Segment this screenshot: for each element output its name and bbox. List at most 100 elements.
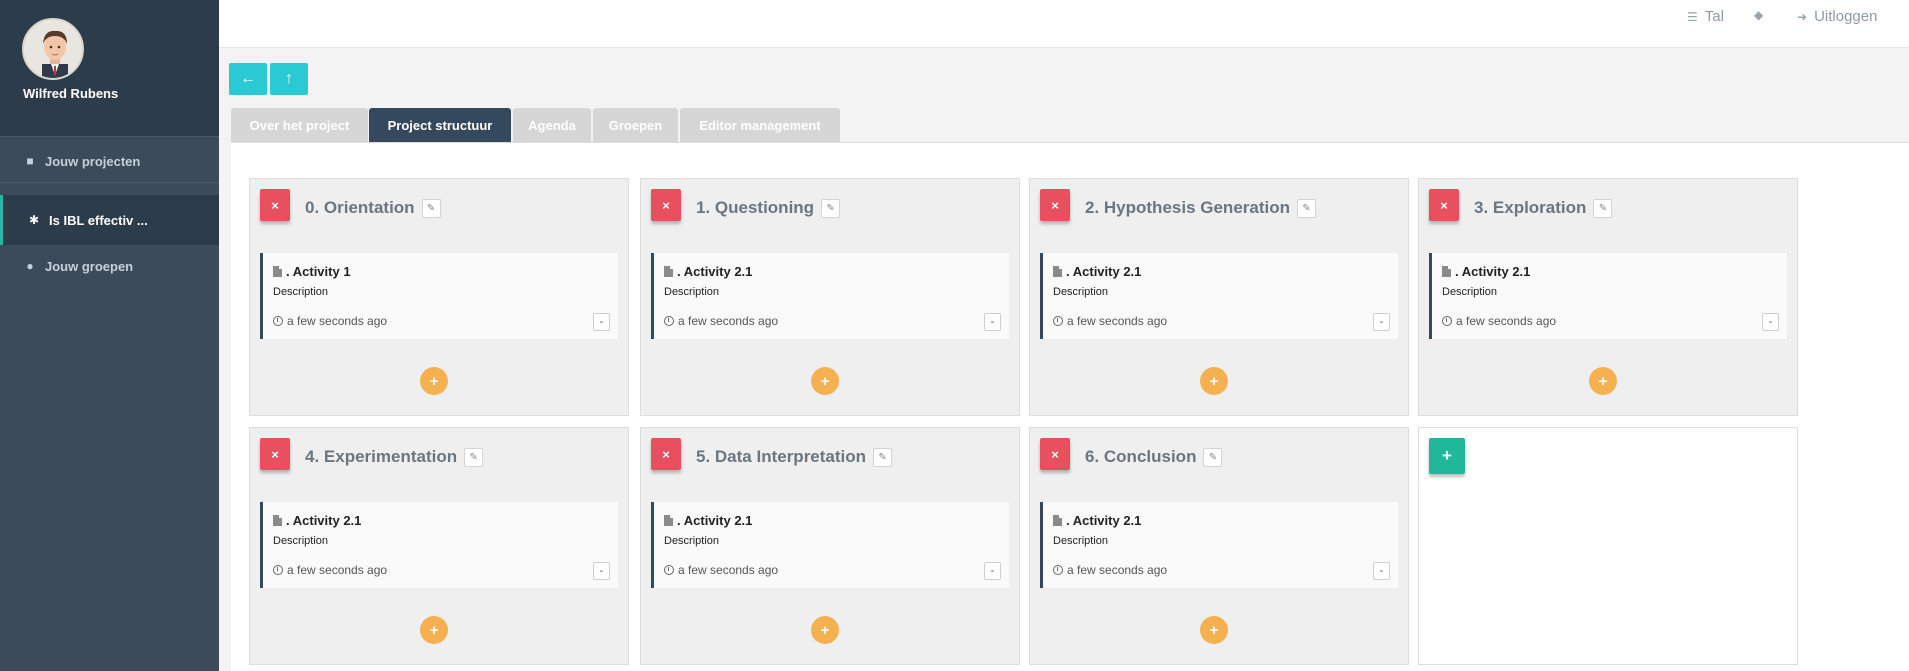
sidebar-item-projects[interactable]: ■ Jouw projecten	[0, 136, 219, 186]
phase-column: × 5. Data Interpretation ✎ . Activity 2.1…	[640, 427, 1020, 665]
plus-icon: +	[820, 372, 830, 390]
add-activity-button[interactable]: +	[1200, 616, 1228, 644]
activity-description: Description	[1053, 286, 1109, 298]
sidebar-item-current-project[interactable]: ✱ Is IBL effectiv ...	[0, 195, 219, 245]
tab-agenda[interactable]: Agenda	[513, 108, 591, 142]
add-activity-button[interactable]: +	[420, 616, 448, 644]
add-activity-button[interactable]: +	[1589, 367, 1617, 395]
timestamp-text: a few seconds ago	[678, 563, 779, 577]
add-activity-button[interactable]: +	[811, 367, 839, 395]
file-icon	[1442, 266, 1451, 277]
close-icon: ×	[1051, 197, 1059, 213]
phase-title: 6. Conclusion ✎	[1085, 447, 1223, 467]
edit-icon[interactable]: ✎	[1297, 198, 1316, 218]
delete-phase-button[interactable]: ×	[1040, 189, 1070, 221]
sidebar-item-groups[interactable]: ● Jouw groepen	[0, 241, 219, 291]
activity-card[interactable]: . Activity 2.1 Description a few seconds…	[651, 502, 1009, 588]
plus-icon: +	[1598, 372, 1608, 390]
activity-title-text: . Activity 1	[286, 264, 351, 279]
file-icon	[1053, 266, 1062, 277]
clock-icon	[664, 565, 674, 575]
delete-phase-button[interactable]: ×	[651, 189, 681, 221]
edit-icon[interactable]: ✎	[821, 198, 841, 218]
timestamp-text: a few seconds ago	[1067, 563, 1168, 577]
clock-icon	[273, 316, 283, 326]
add-activity-button[interactable]: +	[1200, 367, 1228, 395]
remove-activity-button[interactable]: -	[1373, 313, 1390, 331]
file-icon	[664, 515, 673, 526]
plus-icon: +	[429, 372, 439, 390]
remove-activity-button[interactable]: -	[593, 313, 610, 331]
timestamp-text: a few seconds ago	[1456, 314, 1557, 328]
sign-out-icon: ➜	[1797, 9, 1808, 24]
activity-title: . Activity 2.1	[664, 264, 752, 279]
file-icon	[273, 515, 282, 526]
phase-column: × 1. Questioning ✎ . Activity 2.1 Descrip…	[640, 178, 1020, 416]
sidebar: Wilfred Rubens ■ Jouw projecten ✱ Is IBL…	[0, 0, 219, 671]
activity-timestamp: a few seconds ago	[1053, 314, 1167, 328]
edit-icon[interactable]: ✎	[873, 447, 893, 467]
phase-title-text: 3. Exploration	[1474, 198, 1587, 217]
edit-icon[interactable]: ✎	[1203, 447, 1223, 467]
activity-card[interactable]: . Activity 2.1 Description a few seconds…	[1040, 253, 1398, 339]
notifications-button[interactable]: ◆	[1754, 8, 1770, 22]
file-icon	[1053, 515, 1062, 526]
phase-title-text: 0. Orientation	[305, 198, 415, 217]
phase-column: × 6. Conclusion ✎ . Activity 2.1 Descript…	[1029, 427, 1409, 665]
activity-card[interactable]: . Activity 2.1 Description a few seconds…	[1429, 253, 1787, 339]
tab-over-het-project[interactable]: Over het project	[231, 108, 368, 142]
asterisk-icon: ✱	[28, 213, 40, 227]
up-button[interactable]: ↑	[270, 63, 308, 95]
tab-project-structuur[interactable]: Project structuur	[369, 108, 511, 142]
delete-phase-button[interactable]: ×	[260, 438, 290, 470]
edit-icon[interactable]: ✎	[1593, 198, 1613, 218]
profile-header: Wilfred Rubens	[0, 0, 219, 136]
activity-title-text: . Activity 2.1	[677, 264, 753, 279]
sidebar-item-label: Jouw groepen	[45, 258, 134, 274]
add-phase-button[interactable]: +	[1429, 438, 1465, 474]
remove-activity-button[interactable]: -	[984, 313, 1001, 331]
language-label: Tal	[1704, 8, 1724, 25]
phase-title: 2. Hypothesis Generation ✎	[1085, 198, 1316, 218]
phase-title: 5. Data Interpretation ✎	[696, 447, 893, 467]
phase-title: 4. Experimentation ✎	[305, 447, 484, 467]
activity-timestamp: a few seconds ago	[273, 314, 387, 328]
tab-editor-management[interactable]: Editor management	[680, 108, 840, 142]
activity-card[interactable]: . Activity 2.1 Description a few seconds…	[651, 253, 1009, 339]
divider	[0, 182, 219, 183]
activity-title: . Activity 2.1	[1442, 264, 1530, 279]
remove-activity-button[interactable]: -	[1373, 562, 1390, 580]
remove-activity-button[interactable]: -	[984, 562, 1001, 580]
back-button[interactable]: ←	[229, 63, 267, 95]
close-icon: ×	[271, 446, 279, 462]
logout-link[interactable]: ➜ Uitloggen	[1797, 8, 1877, 25]
language-link[interactable]: ☰ Tal	[1687, 8, 1724, 25]
phase-column: × 3. Exploration ✎ . Activity 2.1 Descrip…	[1418, 178, 1798, 416]
phase-column: × 2. Hypothesis Generation ✎ . Activity 2…	[1029, 178, 1409, 416]
delete-phase-button[interactable]: ×	[1429, 189, 1459, 221]
add-activity-button[interactable]: +	[811, 616, 839, 644]
close-icon: ×	[1440, 197, 1448, 213]
activity-card[interactable]: . Activity 1 Description a few seconds a…	[260, 253, 618, 339]
remove-activity-button[interactable]: -	[1762, 313, 1779, 331]
activity-timestamp: a few seconds ago	[273, 563, 387, 577]
user-name: Wilfred Rubens	[23, 86, 119, 101]
activity-timestamp: a few seconds ago	[664, 314, 778, 328]
phase-title: 1. Questioning ✎	[696, 198, 841, 218]
edit-icon[interactable]: ✎	[421, 198, 441, 218]
tab-groepen[interactable]: Groepen	[593, 108, 678, 142]
clock-icon	[1442, 316, 1452, 326]
activity-timestamp: a few seconds ago	[1053, 563, 1167, 577]
avatar[interactable]	[22, 18, 84, 80]
arrow-up-icon: ↑	[285, 70, 293, 87]
delete-phase-button[interactable]: ×	[260, 189, 290, 221]
add-activity-button[interactable]: +	[420, 367, 448, 395]
delete-phase-button[interactable]: ×	[651, 438, 681, 470]
delete-phase-button[interactable]: ×	[1040, 438, 1070, 470]
remove-activity-button[interactable]: -	[593, 562, 610, 580]
activity-card[interactable]: . Activity 2.1 Description a few seconds…	[260, 502, 618, 588]
activity-card[interactable]: . Activity 2.1 Description a few seconds…	[1040, 502, 1398, 588]
edit-icon[interactable]: ✎	[464, 447, 484, 467]
timestamp-text: a few seconds ago	[287, 314, 388, 328]
activity-title-text: . Activity 2.1	[1455, 264, 1531, 279]
